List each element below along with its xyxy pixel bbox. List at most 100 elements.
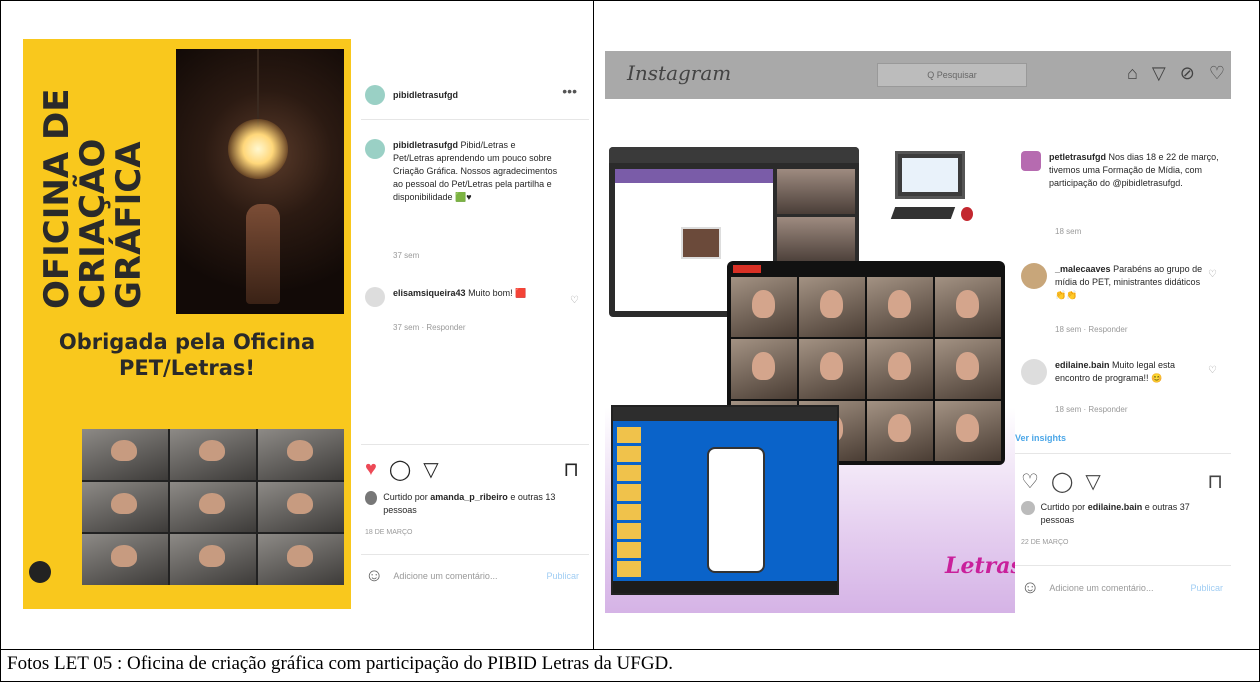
instagram-post-right: Instagram Q Pesquisar ⌂ ▽ ⊘ ♡ Letra petl…	[605, 51, 1231, 613]
comment-input[interactable]: Adicione um comentário...	[393, 571, 497, 581]
window-title-bar	[609, 147, 859, 163]
caption-time: 18 sem	[1055, 227, 1082, 236]
video-call-grid	[82, 429, 344, 585]
caption-time: 37 sem	[393, 251, 420, 260]
emoji-icon[interactable]: ☺	[1021, 577, 1039, 598]
heart-icon[interactable]: ♡	[1021, 469, 1039, 494]
add-comment-bar: ☺ Adicione um comentário... Publicar	[365, 565, 579, 586]
search-input[interactable]: Q Pesquisar	[877, 63, 1027, 87]
liked-user[interactable]: amanda_p_ribeiro	[430, 492, 508, 502]
comment-text: Muito bom! 🟥	[468, 288, 527, 298]
letras-logo: Letras	[945, 553, 1015, 579]
post-username[interactable]: pibidletrasufgd	[393, 90, 458, 100]
post-caption: petletrasufgd Nos dias 18 e 22 de março,…	[1021, 151, 1227, 190]
bulb-wire	[257, 49, 259, 127]
share-icon[interactable]: ▽	[1152, 63, 1166, 84]
comment-icon[interactable]: ◯	[389, 457, 411, 482]
avatar[interactable]	[365, 85, 385, 105]
instagram-post-left: OFICINA DE CRIAÇÃO GRÁFICA Obrigada pela…	[23, 39, 589, 609]
participant-tile	[258, 429, 344, 480]
participant-tile	[935, 401, 1001, 461]
home-icon[interactable]: ⌂	[1127, 63, 1138, 84]
comment-username[interactable]: elisamsiqueira43	[393, 288, 466, 298]
participant-tile	[82, 534, 168, 585]
window-title-bar	[613, 407, 837, 421]
avatar[interactable]	[365, 287, 385, 307]
divider	[361, 119, 589, 120]
mouse-illustration	[961, 207, 973, 221]
computer-illustration	[895, 151, 965, 199]
comment-like-icon[interactable]: ♡	[1208, 365, 1217, 376]
liked-user[interactable]: edilaine.bain	[1088, 502, 1143, 512]
comment-meta[interactable]: 37 sem · Responder	[393, 323, 465, 332]
comment: edilaine.bain Muito legal esta encontro …	[1021, 359, 1227, 385]
instagram-logo[interactable]: Instagram	[627, 61, 731, 85]
post-date: 18 DE MARÇO	[365, 529, 413, 536]
caption-username[interactable]: petletrasufgd	[1049, 152, 1106, 162]
add-comment-bar: ☺ Adicione um comentário... Publicar	[1021, 577, 1223, 598]
post-image-media-training: Letras	[605, 99, 1015, 613]
heart-icon[interactable]: ♡	[1209, 63, 1225, 84]
post-date: 22 DE MARÇO	[1021, 539, 1069, 546]
figure-caption: Fotos LET 05 : Oficina de criação gráfic…	[7, 653, 674, 674]
hand-silhouette	[246, 204, 280, 304]
participant-tile	[799, 277, 865, 337]
screenshot-desktop	[611, 405, 839, 595]
lightbulb-icon	[228, 119, 288, 179]
heart-icon[interactable]: ♥	[365, 458, 377, 481]
user-tag-icon[interactable]	[29, 561, 51, 583]
comment: elisamsiqueira43 Muito bom! 🟥	[365, 287, 585, 307]
desktop-icons	[617, 427, 641, 577]
comment-like-icon[interactable]: ♡	[1208, 269, 1217, 280]
emoji-icon[interactable]: ☺	[365, 565, 383, 586]
bookmark-icon[interactable]: ⊓	[1207, 469, 1223, 494]
caption-username[interactable]: pibidletrasufgd	[393, 140, 458, 150]
keyboard-illustration	[890, 207, 956, 219]
recording-badge	[733, 265, 761, 273]
avatar[interactable]	[365, 139, 385, 159]
comment-username[interactable]: _malecaaves	[1055, 264, 1111, 274]
banner-line-1: OFICINA DE	[37, 88, 77, 309]
avatar[interactable]	[1021, 263, 1047, 289]
comment-meta[interactable]: 18 sem · Responder	[1055, 325, 1127, 334]
likes-summary: Curtido por amanda_p_ribeiro e outras 13…	[365, 491, 565, 517]
comment-like-icon[interactable]: ♡	[570, 295, 579, 306]
post-image-workshop: OFICINA DE CRIAÇÃO GRÁFICA Obrigada pela…	[23, 39, 351, 609]
comment-icon[interactable]: ◯	[1051, 469, 1073, 494]
comment-input[interactable]: Adicione um comentário...	[1049, 583, 1153, 593]
post-actions: ♡ ◯ ▽ ⊓	[1021, 469, 1223, 494]
participant-tile	[170, 481, 256, 533]
participant-tile	[82, 481, 168, 533]
comment-meta[interactable]: 18 sem · Responder	[1055, 405, 1127, 414]
insights-link[interactable]: Ver insights	[1015, 433, 1066, 443]
thanks-line-2: PET/Letras!	[119, 356, 255, 380]
participant-tile	[170, 429, 256, 480]
participant-tile	[777, 217, 855, 263]
comment-username[interactable]: edilaine.bain	[1055, 360, 1110, 370]
publish-button[interactable]: Publicar	[1190, 583, 1223, 593]
publish-button[interactable]: Publicar	[546, 571, 579, 581]
lightbulb-photo	[176, 49, 344, 314]
divider	[1015, 565, 1231, 566]
share-icon[interactable]: ▽	[423, 457, 438, 482]
participant-tile	[799, 339, 865, 399]
avatar[interactable]	[1021, 151, 1041, 171]
document-table: OFICINA DE CRIAÇÃO GRÁFICA Obrigada pela…	[0, 0, 1260, 682]
slide-header-bar	[615, 169, 773, 183]
participant-tile	[258, 534, 344, 585]
more-options-icon[interactable]: •••	[562, 83, 577, 99]
likes-summary: Curtido por edilaine.bain e outras 37 pe…	[1021, 501, 1221, 527]
participant-tile	[867, 401, 933, 461]
bookmark-icon[interactable]: ⊓	[563, 457, 579, 482]
nav-icons: ⌂ ▽ ⊘ ♡	[1127, 63, 1225, 84]
share-icon[interactable]: ▽	[1085, 469, 1100, 494]
participant-tile	[867, 277, 933, 337]
avatar[interactable]	[1021, 359, 1047, 385]
post-actions: ♥ ◯ ▽ ⊓	[365, 457, 579, 482]
liked-prefix: Curtido por	[1040, 502, 1086, 512]
comment: _malecaaves Parabéns ao grupo de mídia d…	[1021, 263, 1227, 302]
phone-mockup	[707, 447, 765, 573]
thanks-line-1: Obrigada pela Oficina	[58, 330, 316, 354]
compass-icon[interactable]: ⊘	[1180, 63, 1195, 84]
post-sidebar-right: petletrasufgd Nos dias 18 e 22 de março,…	[1015, 99, 1231, 613]
